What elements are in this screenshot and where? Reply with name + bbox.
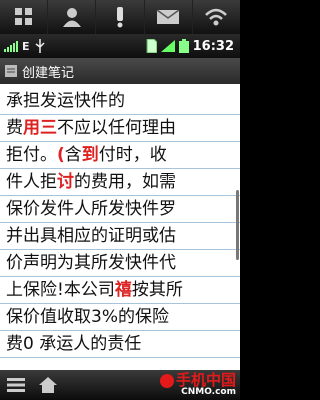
home-icon <box>39 377 57 393</box>
home-button[interactable] <box>32 370 64 400</box>
scrollbar[interactable] <box>236 190 239 260</box>
note-text-segment: 费 <box>6 118 23 138</box>
note-text-segment: 付时，收 <box>98 145 167 165</box>
note-line: 件人拒讨的费用，如需 <box>0 169 240 196</box>
note-text-segment: 到 <box>81 145 99 165</box>
menu-button[interactable] <box>0 370 32 400</box>
bottom-bar: 手机中国 CNMO.com <box>0 370 240 400</box>
note-icon <box>5 65 17 77</box>
clock: 16:32 <box>192 38 234 54</box>
battery-icon <box>178 39 189 53</box>
note-text-segment: 讨 <box>57 172 74 192</box>
apps-grid-icon <box>14 8 32 25</box>
note-line: 保价发件人所发快件罗 <box>0 196 240 223</box>
app-header: 创建笔记 <box>0 58 240 84</box>
page-title: 创建笔记 <box>22 65 75 81</box>
note-line: 并出具相应的证明或估 <box>0 223 240 250</box>
note-text-segment: 费0 承运人的责任 <box>6 334 142 354</box>
note-text-segment: 保价发件人所发快件罗 <box>6 199 176 219</box>
note-text-segment: 价声明为其所发快件代 <box>6 253 176 273</box>
menu-icon <box>7 378 25 392</box>
contacts-button[interactable] <box>48 0 97 34</box>
note-text-segment: 不应以任何理由 <box>57 118 176 138</box>
note-text-segment: 含 <box>64 145 82 165</box>
note-line: 价声明为其所发快件代 <box>0 250 240 277</box>
top-shortcut-bar <box>0 0 240 34</box>
wifi-button[interactable] <box>193 0 240 34</box>
watermark-logo: 手机中国 CNMO.com <box>159 371 236 397</box>
cell-signal-icon <box>160 40 175 52</box>
note-text-segment: 承担发运快件的 <box>6 91 125 111</box>
apps-grid-button[interactable] <box>0 0 49 34</box>
note-line: 保价值收取3%的保险 <box>0 304 240 331</box>
note-editor[interactable]: 承担发运快件的 费用三不应以任何理由 拒付。(含到付时，收 件人拒讨的费用，如需 保价发… <box>0 84 240 370</box>
note-text-segment: ( <box>57 145 65 165</box>
brand-name: 手机中国 <box>175 371 236 389</box>
note-line: 承担发运快件的 <box>0 88 240 115</box>
note-line: 拒付。(含到付时，收 <box>0 142 240 169</box>
note-text-segment: 用三 <box>23 118 57 138</box>
alerts-button[interactable] <box>96 0 145 34</box>
note-text-segment: 拒付。 <box>6 145 57 165</box>
usb-icon <box>35 39 45 53</box>
status-bar: E 16:32 <box>0 34 240 58</box>
note-text-segment: 并出具相应的证明或估 <box>6 226 176 246</box>
network-type-label: E <box>22 39 30 53</box>
note-text-segment: 的费用，如需 <box>74 172 176 192</box>
note-line: 费用三不应以任何理由 <box>0 115 240 142</box>
note-text-segment: 件人拒 <box>6 172 57 192</box>
note-line: 上保险!本公司禧按其所 <box>0 277 240 304</box>
envelope-icon <box>156 9 180 24</box>
wifi-icon <box>205 8 228 26</box>
signal-strength-icon <box>4 41 18 52</box>
person-icon <box>62 8 81 27</box>
sd-card-icon <box>146 39 157 53</box>
note-text-area[interactable]: 承担发运快件的 费用三不应以任何理由 拒付。(含到付时，收 件人拒讨的费用，如需 保价发… <box>0 88 240 358</box>
exclamation-icon <box>117 7 123 28</box>
brand-logo-icon <box>159 373 174 388</box>
messages-button[interactable] <box>145 0 193 34</box>
note-line: 费0 承运人的责任 <box>0 331 240 358</box>
note-text-segment: 禧 <box>114 280 132 300</box>
brand-site: CNMO.com <box>181 387 236 397</box>
note-text-segment: 保价值收取3%的保险 <box>6 307 169 327</box>
note-text-segment: 上保险!本公司 <box>6 280 115 300</box>
note-text-segment: 按其所 <box>131 280 183 300</box>
